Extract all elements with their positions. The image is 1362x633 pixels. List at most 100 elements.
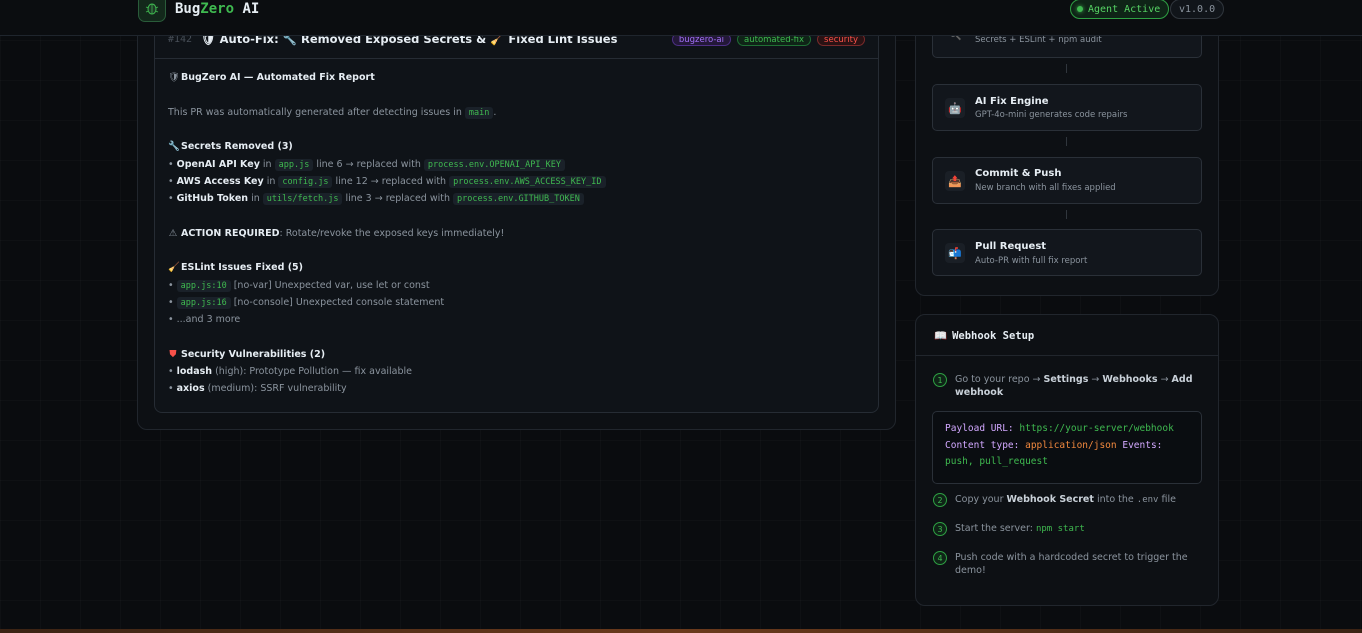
vuln-text: : Prototype Pollution — fix available (243, 366, 413, 377)
vuln-text: : SSRF vulnerability (254, 383, 347, 394)
version-badge: v1.0.0 (1170, 0, 1225, 19)
step-desc: Auto-PR with full fix report (975, 256, 1088, 266)
upload-icon: 📤 (945, 171, 965, 191)
secret-file: config.js (278, 176, 333, 188)
step2-secret: Webhook Secret (1006, 494, 1094, 505)
secret-file: app.js (274, 159, 314, 171)
intro-text: This PR was automatically generated afte… (168, 107, 462, 118)
step1-arrow: → (1157, 374, 1172, 385)
step-number: 1 (933, 373, 947, 387)
webhook-title: Webhook Setup (952, 330, 1035, 342)
brand-part-bug: Bug (175, 1, 201, 17)
code-key: Events: (1122, 439, 1163, 451)
status-dot-icon (1077, 6, 1083, 12)
step-title: AI Fix Engine (975, 96, 1049, 107)
webhook-config-code[interactable]: Payload URL: https://your-server/webhook… (932, 411, 1202, 484)
step2-pre: Copy your (955, 494, 1007, 505)
vuln-severity: (high) (215, 366, 244, 377)
step-text: Push code with a hardcoded secret to tri… (955, 552, 1188, 576)
secrets-heading-line: 🔧Secrets Removed (3) (168, 140, 293, 154)
bug-logo-icon (138, 0, 166, 22)
step3-pre: Start the server: (955, 523, 1036, 534)
secret-file: utils/fetch.js (262, 193, 343, 205)
shield-icon: ⛊ (169, 349, 177, 360)
eslint-more: • ...and 3 more (168, 314, 241, 325)
secret-detail: line 12 → replaced with (335, 176, 447, 187)
eslint-heading-line: 🧹ESLint Issues Fixed (5) (168, 261, 303, 275)
step-desc: New branch with all fixes applied (975, 183, 1116, 193)
secret-name: GitHub Token (176, 193, 249, 204)
code-value: https://your-server/webhook (1019, 423, 1174, 434)
eslint-item: • app.js:16 [no-console] Unexpected cons… (168, 297, 445, 309)
pipeline-step-pr[interactable]: 📬 Pull Request Auto-PR with full fix rep… (932, 229, 1202, 276)
action-required-line: ⚠ ACTION REQUIRED: Rotate/revoke the expo… (168, 227, 505, 241)
step1-arrow: → (1088, 374, 1103, 385)
secret-name: AWS Access Key (176, 176, 264, 187)
secret-name: OpenAI API Key (176, 159, 260, 170)
shield-icon: 🛡 (168, 72, 181, 83)
pipeline-connector (1066, 210, 1067, 219)
secret-item: • OpenAI API Key in app.js line 6 → repl… (168, 158, 565, 172)
action-text: : Rotate/revoke the exposed keys immedia… (279, 228, 505, 239)
step-text: Go to your repo → Settings → Webhooks → … (955, 373, 1205, 399)
agent-status-badge: Agent Active (1070, 0, 1170, 19)
report-title-line: 🛡BugZero AI — Automated Fix Report (168, 71, 375, 85)
mailbox-icon: 📬 (945, 243, 965, 263)
secret-item: • AWS Access Key in config.js line 12 → … (168, 175, 606, 189)
eslint-item: • app.js:10 [no-var] Unexpected var, use… (168, 280, 430, 292)
book-icon: 📖 (934, 330, 948, 342)
brand-part-ai: AI (234, 1, 260, 17)
step-desc: GPT-4o-mini generates code repairs (975, 110, 1128, 120)
code-key: Payload URL: (945, 423, 1014, 434)
vuln-heading-line: ⛊ Security Vulnerabilities (2) (168, 348, 325, 362)
action-label: ACTION REQUIRED (181, 228, 280, 239)
eslint-location: app.js:10 (176, 280, 231, 292)
pipeline-step-commit[interactable]: 📤 Commit & Push New branch with all fixe… (932, 157, 1202, 204)
eslint-location: app.js:16 (176, 297, 231, 309)
step-title: Commit & Push (975, 168, 1062, 179)
step1-webhooks: Webhooks (1102, 374, 1158, 385)
intro-line: This PR was automatically generated afte… (168, 106, 496, 120)
brand-part-zero: Zero (200, 1, 235, 17)
step-number: 2 (933, 493, 947, 507)
step-number: 3 (933, 522, 947, 536)
eslint-heading: ESLint Issues Fixed (5) (181, 262, 303, 273)
vuln-heading: Security Vulnerabilities (2) (181, 349, 326, 360)
step3-command: npm start (1035, 524, 1085, 534)
agent-status-text: Agent Active (1088, 3, 1161, 15)
step-text: Copy your Webhook Secret into the .env f… (955, 493, 1205, 507)
secrets-heading: Secrets Removed (3) (181, 141, 293, 152)
step-text: Start the server: npm start (955, 522, 1205, 536)
secret-in: in (262, 159, 272, 170)
secret-item: • GitHub Token in utils/fetch.js line 3 … (168, 192, 584, 206)
wrench-icon: 🔧 (168, 141, 180, 152)
webhook-panel: 📖 Webhook Setup 1 Go to your repo → Setti… (915, 314, 1219, 606)
step2-mid: into the (1093, 494, 1137, 505)
eslint-text: [no-console] Unexpected console statemen… (233, 297, 445, 308)
vuln-item: • lodash (high): Prototype Pollution — f… (168, 366, 413, 377)
secret-in: in (266, 176, 276, 187)
code-value: push, pull_request (945, 456, 1048, 467)
step-number: 4 (933, 551, 947, 565)
broom-icon: 🧹 (168, 262, 180, 273)
intro-branch: main (464, 107, 494, 119)
step-desc: Secrets + ESLint + npm audit (975, 35, 1102, 45)
secret-detail: line 3 → replaced with (345, 193, 450, 204)
secret-in: in (251, 193, 260, 204)
pipeline-connector (1066, 64, 1067, 73)
step-title: Pull Request (975, 241, 1047, 252)
brand-title[interactable]: BugZero AI (175, 1, 259, 17)
step1-settings: Settings (1043, 374, 1089, 385)
eslint-more-text: ...and 3 more (176, 314, 241, 325)
vuln-package: lodash (176, 366, 213, 377)
pipeline-connector (1066, 137, 1067, 146)
secret-replacement: process.env.AWS_ACCESS_KEY_ID (449, 176, 606, 188)
vuln-item: • axios (medium): SSRF vulnerability (168, 383, 347, 394)
vuln-package: axios (176, 383, 205, 394)
pipeline-step-ai-fix[interactable]: 🤖 AI Fix Engine GPT-4o-mini generates co… (932, 84, 1202, 131)
eslint-text: [no-var] Unexpected var, use let or cons… (233, 280, 430, 291)
bottom-edge (0, 629, 1362, 633)
code-key: Content type: (945, 439, 1020, 451)
webhook-header: 📖 Webhook Setup (916, 315, 1218, 356)
step2-end: file (1158, 494, 1176, 505)
